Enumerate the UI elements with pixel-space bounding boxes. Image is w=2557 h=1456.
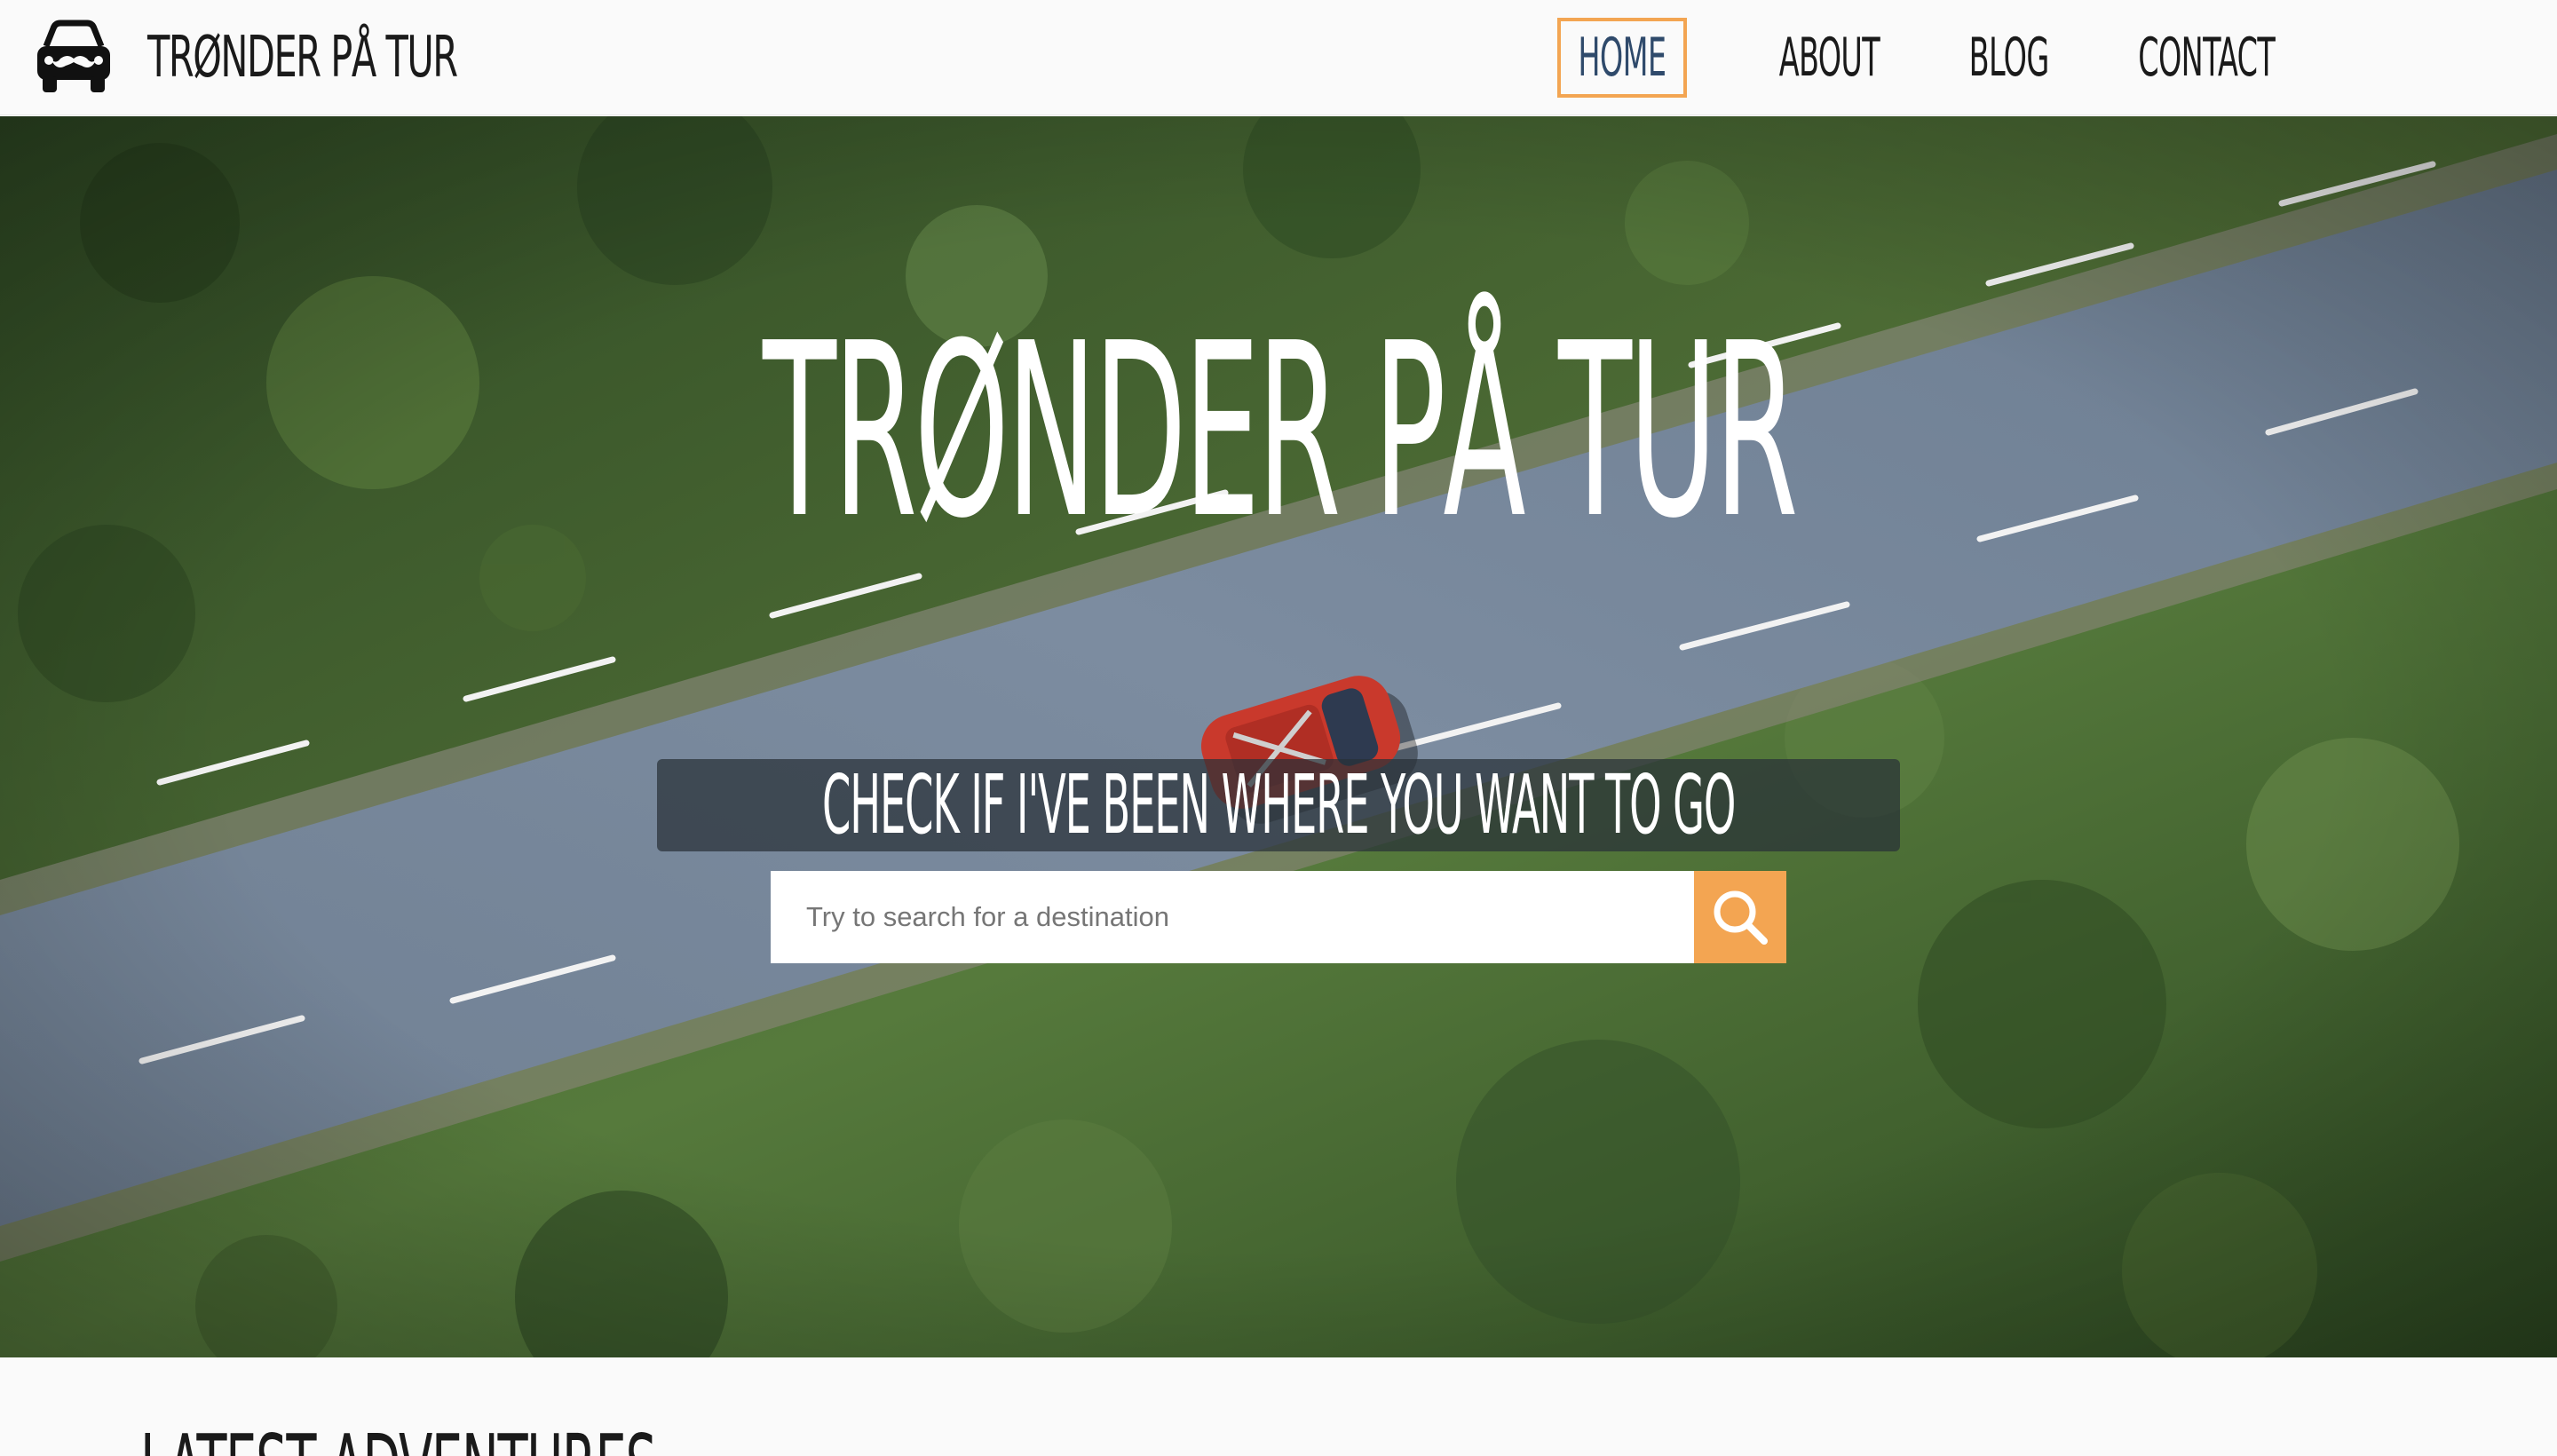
nav-item-label: Home bbox=[1578, 27, 1666, 89]
hero-section: Trønder på tur Check if I've been where … bbox=[0, 116, 2557, 1357]
nav-item-about[interactable]: About bbox=[1767, 18, 1891, 98]
nav-item-label: Contact bbox=[2138, 27, 2276, 89]
site-header: Trønder på tur Home About Blog Contact bbox=[0, 0, 2557, 115]
nav-item-label: Blog bbox=[1968, 27, 2050, 89]
nav-item-contact[interactable]: Contact bbox=[2122, 18, 2291, 98]
nav-item-label: About bbox=[1778, 27, 1880, 89]
nav-item-home[interactable]: Home bbox=[1557, 18, 1687, 98]
search-icon bbox=[1714, 890, 1768, 945]
nav-item-blog[interactable]: Blog bbox=[1953, 18, 2065, 98]
hero-tagline-container: Check if I've been where you want to go bbox=[0, 759, 2557, 855]
car-with-mustache-icon bbox=[37, 20, 110, 92]
brand-name: Trønder på tur bbox=[147, 25, 458, 91]
brand[interactable]: Trønder på tur bbox=[34, 20, 577, 96]
destination-search-form bbox=[771, 871, 1786, 963]
search-button[interactable] bbox=[1694, 871, 1786, 963]
hero-title: Trønder på tur bbox=[762, 291, 1797, 571]
latest-adventures-heading: Latest adventures bbox=[140, 1415, 972, 1456]
latest-adventures-section: Latest adventures bbox=[0, 1358, 2557, 1456]
hero-tagline: Check if I've been where you want to go bbox=[656, 759, 1901, 851]
destination-search-input[interactable] bbox=[771, 871, 1694, 963]
